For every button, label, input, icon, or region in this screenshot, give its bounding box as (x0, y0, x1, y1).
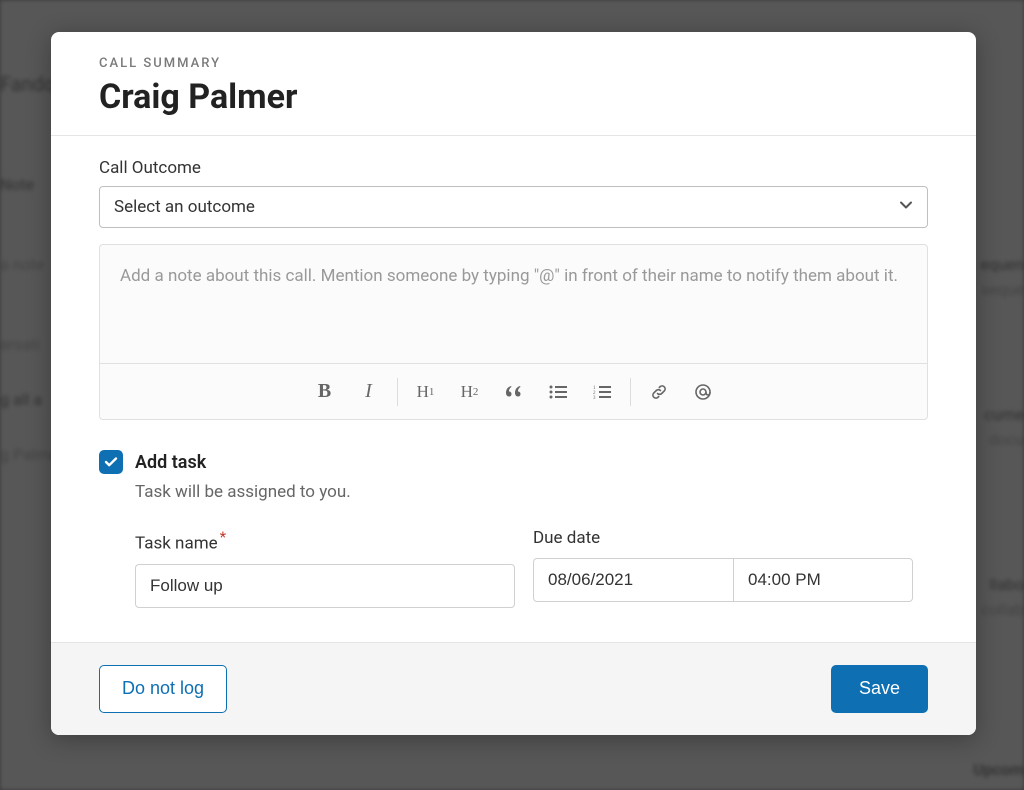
add-task-label: Add task (135, 452, 206, 473)
add-task-row: Add task (99, 450, 928, 474)
modal-header: CALL SUMMARY Craig Palmer (51, 32, 976, 136)
note-textarea[interactable]: Add a note about this call. Mention some… (100, 245, 927, 363)
modal-body: Call Outcome Select an outcome Add a not… (51, 136, 976, 642)
toolbar-separator (630, 378, 631, 406)
bold-button[interactable]: B (303, 372, 347, 412)
call-summary-modal: CALL SUMMARY Craig Palmer Call Outcome S… (51, 32, 976, 735)
mention-button[interactable] (681, 372, 725, 412)
task-name-field: Task name* (135, 528, 515, 608)
heading1-button[interactable]: H1 (404, 372, 448, 412)
toolbar-separator (397, 378, 398, 406)
call-outcome-selected: Select an outcome (114, 197, 255, 217)
task-name-label: Task name* (135, 528, 515, 554)
due-date-field: Due date (533, 528, 913, 608)
note-editor: Add a note about this call. Mention some… (99, 244, 928, 420)
svg-text:3: 3 (593, 396, 596, 399)
check-icon (104, 455, 118, 469)
call-outcome-label: Call Outcome (99, 158, 928, 178)
bullet-list-button[interactable] (536, 372, 580, 412)
heading2-button[interactable]: H2 (448, 372, 492, 412)
add-task-helper: Task will be assigned to you. (135, 482, 928, 502)
due-date-label: Due date (533, 528, 913, 548)
link-button[interactable] (637, 372, 681, 412)
due-date-input[interactable] (533, 558, 733, 602)
numbered-list-button[interactable]: 123 (580, 372, 624, 412)
due-date-row (533, 558, 913, 602)
save-button[interactable]: Save (831, 665, 928, 713)
task-name-input[interactable] (135, 564, 515, 608)
do-not-log-button[interactable]: Do not log (99, 665, 227, 713)
task-fields: Task name* Due date (135, 528, 928, 608)
page-title: Craig Palmer (99, 77, 928, 117)
quote-button[interactable] (492, 372, 536, 412)
eyebrow-label: CALL SUMMARY (99, 56, 928, 71)
editor-toolbar: B I H1 H2 123 (100, 363, 927, 419)
italic-button[interactable]: I (347, 372, 391, 412)
due-time-input[interactable] (733, 558, 913, 602)
call-outcome-select-wrapper: Select an outcome (99, 186, 928, 228)
required-indicator: * (220, 528, 226, 546)
call-outcome-select[interactable]: Select an outcome (99, 186, 928, 228)
modal-footer: Do not log Save (51, 642, 976, 735)
add-task-checkbox[interactable] (99, 450, 123, 474)
